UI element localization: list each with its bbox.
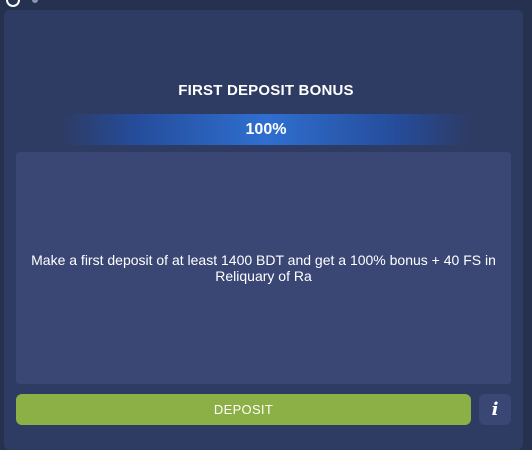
info-button[interactable]: i <box>479 394 511 425</box>
radio-icon[interactable] <box>6 0 20 7</box>
bonus-title: FIRST DEPOSIT BONUS <box>178 82 354 99</box>
top-strip <box>0 0 532 10</box>
deposit-button[interactable]: DEPOSIT <box>16 394 471 425</box>
bonus-description-panel: Make a first deposit of at least 1400 BD… <box>16 152 511 384</box>
info-icon: i <box>491 399 499 420</box>
dot-icon <box>32 0 38 3</box>
bonus-description: Make a first deposit of at least 1400 BD… <box>31 252 496 284</box>
bonus-percent: 100% <box>245 121 287 138</box>
